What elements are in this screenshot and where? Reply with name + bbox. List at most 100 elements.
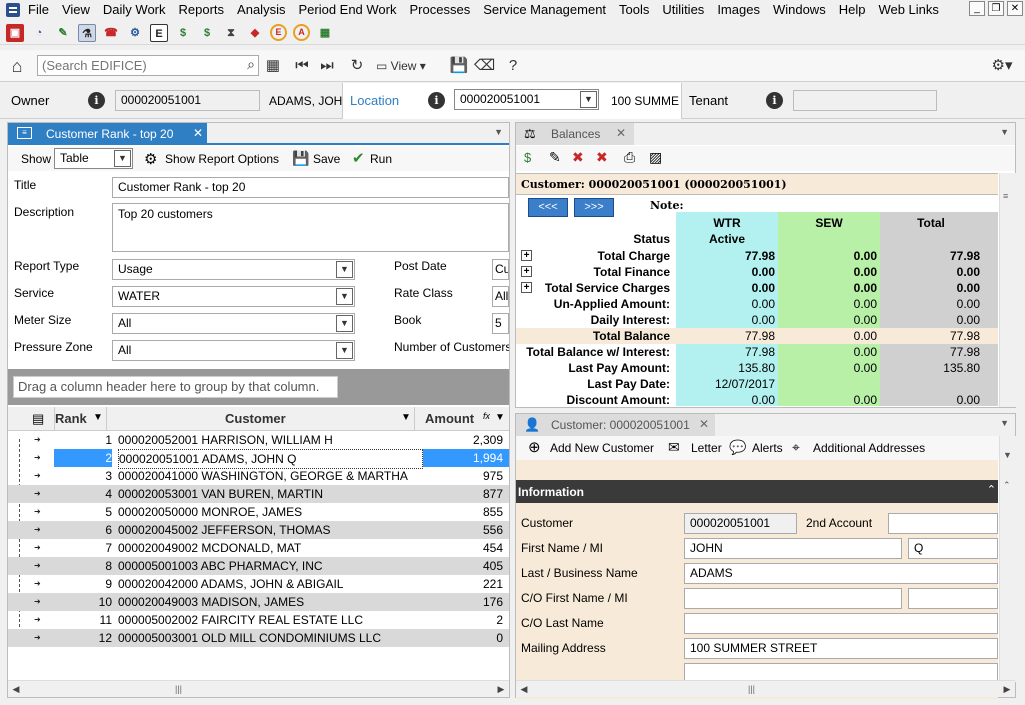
- menu-item-processes[interactable]: Processes: [410, 1, 471, 19]
- grid-icon[interactable]: ▦: [263, 56, 283, 76]
- refresh-icon[interactable]: ↻: [347, 56, 367, 76]
- pressure-zone-select[interactable]: All ▼: [112, 340, 355, 361]
- owner-info-icon[interactable]: i: [88, 92, 105, 109]
- customer-vertical-scrollbar[interactable]: ▼ ⌃: [999, 436, 1016, 682]
- mailing-address-field[interactable]: 100 SUMMER STREET: [684, 638, 998, 659]
- toolbar-icon-7[interactable]: E: [150, 23, 168, 42]
- save-button[interactable]: Save: [313, 152, 340, 166]
- grid-horizontal-scrollbar[interactable]: ◀ ||| ▶: [8, 680, 509, 697]
- letter-button[interactable]: Letter: [691, 441, 722, 455]
- menu-item-web-links[interactable]: Web Links: [878, 1, 938, 19]
- search-input[interactable]: [38, 56, 233, 75]
- pressure-zone-dropdown-icon[interactable]: ▼: [336, 342, 353, 359]
- table-row[interactable]: ➜ 5 000020050000 MONROE, JAMES 855: [8, 503, 509, 521]
- close-tab-icon[interactable]: ✕: [193, 126, 203, 140]
- location-id-field[interactable]: 000020051001 ▼: [454, 89, 599, 110]
- tab-balances[interactable]: ⚖ Balances ✕: [516, 123, 634, 145]
- envelope-icon[interactable]: ✉: [668, 439, 680, 456]
- add-new-customer-button[interactable]: Add New Customer: [550, 441, 654, 455]
- search-icon[interactable]: ⌕: [247, 56, 255, 73]
- menu-item-period-end-work[interactable]: Period End Work: [298, 1, 396, 19]
- table-row[interactable]: ➜ 10 000020049003 MADISON, JAMES 176: [8, 593, 509, 611]
- service-select[interactable]: WATER ▼: [112, 286, 355, 307]
- table-row[interactable]: ➜ 8 000005001003 ABC PHARMACY, INC 405: [8, 557, 509, 575]
- toolbar-icon-2[interactable]: ◔: [30, 24, 48, 42]
- home-icon[interactable]: ⌂: [7, 56, 27, 76]
- co-last-name-field[interactable]: [684, 613, 998, 634]
- toolbar-icon-4[interactable]: ⚗: [78, 23, 96, 42]
- toolbar-icon-3[interactable]: ✎: [54, 24, 72, 42]
- column-chooser-icon[interactable]: ▤: [32, 411, 44, 427]
- amount-filter-icon[interactable]: ▼: [495, 412, 505, 423]
- collapse-icon[interactable]: ⌃: [987, 483, 996, 496]
- location-label[interactable]: Location: [350, 93, 399, 108]
- scroll-left-icon[interactable]: ◀: [8, 681, 24, 697]
- balances-vertical-scrollbar[interactable]: ≡: [999, 173, 1016, 407]
- eraser-icon[interactable]: ⌫: [474, 56, 495, 76]
- customer-panel-menu-icon[interactable]: ▼: [1000, 418, 1009, 428]
- tenant-info-icon[interactable]: i: [766, 92, 783, 109]
- customer-scroll-grip-icon[interactable]: |||: [748, 681, 755, 697]
- customer-scroll-left-icon[interactable]: ◀: [516, 681, 532, 697]
- show-report-options-button[interactable]: Show Report Options: [165, 152, 279, 166]
- menu-item-analysis[interactable]: Analysis: [237, 1, 285, 19]
- first-name-field[interactable]: JOHN: [684, 538, 902, 559]
- row-expand-icon[interactable]: ➜: [34, 449, 46, 467]
- tenant-field[interactable]: [793, 90, 937, 111]
- last-record-icon[interactable]: ⏭: [317, 56, 337, 76]
- alerts-button[interactable]: Alerts: [752, 441, 783, 455]
- row-expand-icon[interactable]: ➜: [34, 539, 46, 557]
- menu-item-reports[interactable]: Reports: [179, 1, 225, 19]
- table-row[interactable]: ➜ 6 000020045002 JEFFERSON, THOMAS 556: [8, 521, 509, 539]
- customer-scroll-right-icon[interactable]: ▶: [999, 681, 1015, 697]
- second-account-field[interactable]: [888, 513, 998, 534]
- row-expand-icon[interactable]: ➜: [34, 575, 46, 593]
- tab-customer[interactable]: 👤 Customer: 000020051001 ✕: [516, 414, 715, 436]
- settings-gear-icon[interactable]: ⚙▾: [987, 56, 1017, 76]
- tab-customer-rank[interactable]: ≡ Customer Rank - top 20 ✕: [8, 123, 207, 144]
- close-window-button[interactable]: ✕: [1007, 1, 1023, 16]
- table-row[interactable]: ➜ 7 000020049002 MCDONALD, MAT 454: [8, 539, 509, 557]
- cancel-list-icon[interactable]: ✖: [596, 149, 608, 166]
- brush-icon[interactable]: ✎: [549, 149, 561, 166]
- customer-horizontal-scrollbar[interactable]: ◀ ||| ▶: [516, 680, 1015, 697]
- row-expand-icon[interactable]: ➜: [34, 503, 46, 521]
- menu-item-help[interactable]: Help: [839, 1, 866, 19]
- report-type-select[interactable]: Usage ▼: [112, 259, 355, 280]
- rate-class-field[interactable]: All: [492, 286, 509, 307]
- rank-filter-icon[interactable]: ▼: [93, 412, 103, 423]
- save-icon[interactable]: 💾: [449, 56, 469, 76]
- scroll-grip-icon[interactable]: |||: [175, 681, 182, 697]
- phone-icon[interactable]: ☎: [102, 24, 120, 42]
- restore-button[interactable]: ❐: [988, 1, 1004, 16]
- menu-item-utilities[interactable]: Utilities: [662, 1, 704, 19]
- middle-initial-field[interactable]: Q: [908, 538, 998, 559]
- row-expand-icon[interactable]: ➜: [34, 611, 46, 629]
- menu-item-tools[interactable]: Tools: [619, 1, 649, 19]
- table-row[interactable]: ➜ 9 000020042000 ADAMS, JOHN & ABIGAIL 221: [8, 575, 509, 593]
- menu-item-windows[interactable]: Windows: [773, 1, 826, 19]
- alerts-icon[interactable]: 💬: [729, 439, 746, 456]
- show-dropdown-icon[interactable]: ▼: [114, 150, 131, 167]
- view-menu-button[interactable]: ▭ View ▾: [376, 56, 426, 76]
- customer-filter-icon[interactable]: ▼: [401, 412, 411, 423]
- gear-icon[interactable]: ⚙: [144, 150, 157, 168]
- menu-item-images[interactable]: Images: [717, 1, 760, 19]
- formula-icon[interactable]: fx: [483, 411, 490, 421]
- row-expand-icon[interactable]: ➜: [34, 431, 46, 449]
- owner-id-field[interactable]: 000020051001: [115, 90, 260, 111]
- close-balances-tab-icon[interactable]: ✕: [616, 126, 626, 140]
- col-customer-header[interactable]: Customer ▼: [106, 407, 414, 430]
- menu-item-service-management[interactable]: Service Management: [483, 1, 606, 19]
- meter-size-dropdown-icon[interactable]: ▼: [336, 315, 353, 332]
- cancel-x-icon[interactable]: ✖: [572, 149, 584, 166]
- app-icon[interactable]: [6, 2, 20, 17]
- toolbar-icon-1[interactable]: ▣: [6, 23, 24, 42]
- table-row[interactable]: ➜ 12 000005003001 OLD MILL CONDOMINIUMS LL…: [8, 629, 509, 647]
- scroll-right-icon[interactable]: ▶: [493, 681, 509, 697]
- row-expand-icon[interactable]: ➜: [34, 521, 46, 539]
- col-amount-header[interactable]: Amount fx ▼: [414, 407, 509, 430]
- location-info-icon[interactable]: i: [428, 92, 445, 109]
- toolbar-icon-8[interactable]: $: [174, 24, 192, 42]
- row-expand-icon[interactable]: ➜: [34, 593, 46, 611]
